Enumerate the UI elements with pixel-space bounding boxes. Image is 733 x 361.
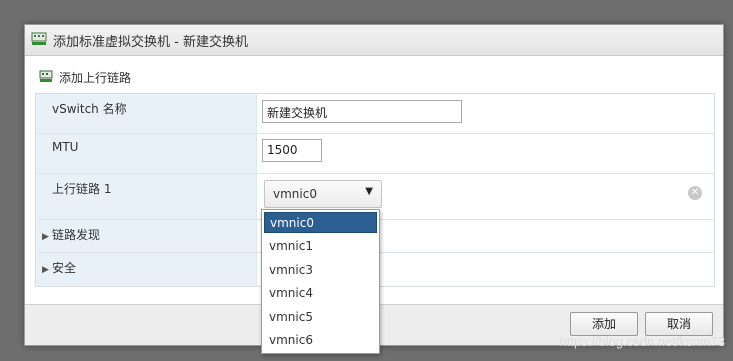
security-section[interactable]: ▶ 安全	[36, 253, 257, 286]
vswitch-name-label: vSwitch 名称	[36, 94, 257, 133]
vswitch-name-input[interactable]: 新建交换机	[262, 100, 462, 123]
add-uplink-label: 添加上行链路	[59, 71, 132, 85]
dropdown-option[interactable]: vmnic6	[262, 329, 379, 353]
dropdown-option[interactable]: vmnic5	[262, 306, 379, 330]
mtu-label: MTU	[36, 134, 257, 173]
dialog-title: 添加标准虚拟交换机 - 新建交换机	[53, 34, 248, 50]
uplink-label: 上行链路 1	[36, 174, 257, 219]
expand-triangle-icon: ▶	[42, 232, 49, 242]
add-button[interactable]: 添加	[570, 312, 638, 336]
dropdown-arrow-icon: ▼	[365, 186, 373, 197]
dropdown-option[interactable]: vmnic4	[262, 282, 379, 306]
remove-uplink-icon[interactable]: ✕	[688, 186, 702, 200]
watermark-text: https://blog.csdn.net/ksnm73	[559, 334, 725, 349]
expand-triangle-icon: ▶	[42, 265, 49, 275]
virtual-switch-icon	[31, 32, 47, 49]
uplink-dropdown-list: vmnic0 vmnic1 vmnic3 vmnic4 vmnic5 vmnic…	[261, 209, 380, 354]
dropdown-option[interactable]: vmnic0	[264, 212, 377, 233]
add-uplink-icon	[39, 70, 54, 86]
vswitch-name-row: vSwitch 名称 新建交换机	[36, 94, 714, 134]
dialog-titlebar: 添加标准虚拟交换机 - 新建交换机	[25, 25, 723, 56]
link-discovery-label: 链路发现	[52, 228, 101, 242]
link-discovery-section[interactable]: ▶ 链路发现	[36, 220, 257, 252]
dropdown-option[interactable]: vmnic1	[262, 235, 379, 259]
mtu-row: MTU 1500	[36, 134, 714, 174]
uplink-select[interactable]: vmnic0 ▼	[264, 180, 382, 208]
mtu-input[interactable]: 1500	[262, 139, 322, 162]
uplink-select-value: vmnic0	[273, 187, 317, 201]
security-label: 安全	[52, 261, 77, 275]
dropdown-option[interactable]: vmnic3	[262, 259, 379, 283]
add-uplink-link[interactable]: 添加上行链路	[39, 69, 131, 86]
cancel-button[interactable]: 取消	[645, 312, 713, 336]
